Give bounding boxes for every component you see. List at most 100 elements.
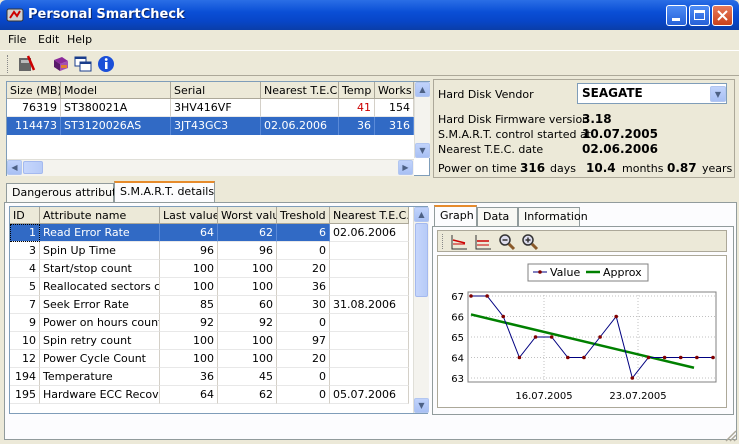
attr-col-header[interactable]: ID (10, 207, 40, 224)
chart-area: 63 64 65 66 67 16.07.2005 23.07.2005 Value Appro… (437, 255, 727, 408)
firmware-label: Hard Disk Firmware version (438, 113, 590, 126)
tab-smart-details[interactable]: S.M.A.R.T. details (114, 181, 215, 203)
attr-cell-id: 4 (10, 260, 40, 278)
attr-cell-name: Spin retry count (40, 332, 160, 350)
x-tick-label: 23.07.2005 (609, 391, 666, 402)
attr-cell-name: Spin Up Time (40, 242, 160, 260)
attribute-row[interactable]: 9 Power on hours count 92 92 0 (10, 314, 413, 332)
disk-row[interactable]: 76319 ST380021A 3HV416VF 41 154 (7, 99, 414, 117)
vscroll-thumb[interactable] (415, 223, 428, 297)
attr-cell-tec (330, 260, 409, 278)
scan-icon[interactable] (16, 54, 36, 74)
legend-value-marker (538, 270, 542, 274)
attr-cell-thr: 6 (277, 224, 330, 242)
minimize-button[interactable] (666, 5, 687, 26)
attr-cell-id: 9 (10, 314, 40, 332)
attr-cell-name: Seek Error Rate (40, 296, 160, 314)
app-icon (6, 8, 24, 22)
disk-col-header[interactable]: Model (61, 82, 171, 99)
attr-cell-last: 92 (160, 314, 218, 332)
attribute-row[interactable]: 194 Temperature 36 45 0 (10, 368, 413, 386)
power-years-value: 0.87 (667, 161, 697, 175)
attribute-row[interactable]: 12 Power Cycle Count 100 100 20 (10, 350, 413, 368)
graph-toolbar (437, 230, 727, 252)
attr-col-header[interactable]: Attribute name (40, 207, 160, 224)
zoom-out-icon[interactable] (497, 232, 517, 252)
attribute-row[interactable]: 1 Read Error Rate 64 62 6 02.06.2006 (10, 224, 413, 242)
close-button[interactable] (712, 5, 733, 26)
y-tick-label: 67 (451, 292, 464, 303)
attr-cell-last: 64 (160, 224, 218, 242)
attr-cell-id: 10 (10, 332, 40, 350)
disk-cell-serial: 3JT43GC3 (171, 117, 261, 135)
windows-icon[interactable] (73, 54, 93, 74)
attr-cell-id: 195 (10, 386, 40, 404)
disk-col-header[interactable]: Size (MB) (7, 82, 61, 99)
chevron-down-icon[interactable]: ▼ (710, 86, 726, 102)
attr-cell-last: 100 (160, 350, 218, 368)
value-point (614, 314, 618, 319)
scroll-left-icon[interactable]: ◀ (7, 160, 22, 175)
power-months-unit: months (622, 162, 664, 175)
attr-cell-last: 100 (160, 260, 218, 278)
menu-file[interactable]: File (8, 33, 26, 46)
tab-information[interactable]: Information (518, 207, 588, 227)
attribute-row[interactable]: 7 Seek Error Rate 85 60 30 31.08.2006 (10, 296, 413, 314)
attribute-row[interactable]: 5Reallocated sectors count10010036 (10, 278, 413, 296)
maximize-button[interactable] (689, 5, 710, 26)
value-point (678, 355, 683, 360)
disk-cell-serial: 3HV416VF (171, 99, 261, 117)
attr-col-header[interactable]: Worst value (218, 207, 277, 224)
tab-dangerous-attributes[interactable]: Dangerous attributes (6, 183, 129, 203)
menu-help[interactable]: Help (67, 33, 92, 46)
attr-cell-name: Hardware ECC Recovered (40, 386, 160, 404)
scroll-down-icon[interactable]: ▼ (414, 398, 429, 413)
attr-cell-worst: 100 (218, 332, 277, 350)
disk-col-header[interactable]: Nearest T.E.C. (261, 82, 339, 99)
attribute-row[interactable]: 10 Spin retry count 100 100 97 (10, 332, 413, 350)
zoom-reset-icon[interactable] (449, 232, 469, 252)
resize-grip-icon[interactable] (724, 429, 737, 442)
disk-cell-tec (261, 99, 339, 117)
scroll-up-icon[interactable]: ▲ (414, 207, 429, 222)
book-icon[interactable] (51, 54, 71, 74)
vendor-select[interactable]: SEAGATE ▼ (577, 83, 727, 104)
disk-col-header[interactable]: Temp (339, 82, 375, 99)
scroll-right-icon[interactable]: ▶ (398, 160, 413, 175)
attr-cell-thr: 36 (277, 278, 330, 296)
zoom-fit-icon[interactable] (473, 232, 493, 252)
attr-cell-id: 3 (10, 242, 40, 260)
attributes-vscrollbar[interactable]: ▲ ▼ (413, 207, 429, 413)
attribute-row[interactable]: 3 Spin Up Time 96 96 0 (10, 242, 413, 260)
zoom-in-icon[interactable] (520, 232, 540, 252)
scroll-down-icon[interactable]: ▼ (415, 143, 430, 158)
tab-data[interactable]: Data (477, 207, 518, 227)
attribute-row[interactable]: 4 Start/stop count 100 100 20 (10, 260, 413, 278)
attribute-row[interactable]: 195Hardware ECC Recovered6462005.07.2006 (10, 386, 413, 404)
attr-cell-worst: 100 (218, 278, 277, 296)
hscroll-thumb[interactable] (23, 161, 43, 174)
info-icon[interactable] (96, 54, 116, 74)
attr-col-header[interactable]: Last value (160, 207, 218, 224)
value-point (598, 335, 602, 339)
disks-table: Size (MB) Model Serial Nearest T.E.C. Temp Wo… (6, 81, 430, 176)
y-tick-label: 63 (451, 374, 464, 385)
disk-col-header[interactable]: Serial (171, 82, 261, 99)
menu-edit[interactable]: Edit (38, 33, 59, 46)
attr-cell-tec (330, 242, 409, 260)
tab-graph[interactable]: Graph (434, 205, 477, 227)
disks-vscrollbar[interactable]: ▲ ▼ (414, 82, 430, 158)
power-days-unit: days (550, 162, 576, 175)
disk-col-header[interactable]: Works (375, 82, 414, 99)
title-bar[interactable]: Personal SmartCheck (0, 0, 739, 30)
power-years-unit: years (702, 162, 733, 175)
attr-col-header[interactable]: Treshold (277, 207, 330, 224)
attr-cell-last: 36 (160, 368, 218, 386)
attr-cell-id: 5 (10, 278, 40, 296)
disk-row[interactable]: 114473 ST3120026AS 3JT43GC3 02.06.2006 36 316 (7, 117, 414, 135)
disks-hscrollbar[interactable]: ◀ ▶ (7, 159, 414, 176)
attr-cell-last: 100 (160, 332, 218, 350)
value-point (469, 294, 473, 298)
attr-col-header[interactable]: Nearest T.E.C. (330, 207, 409, 224)
scroll-up-icon[interactable]: ▲ (415, 82, 430, 97)
